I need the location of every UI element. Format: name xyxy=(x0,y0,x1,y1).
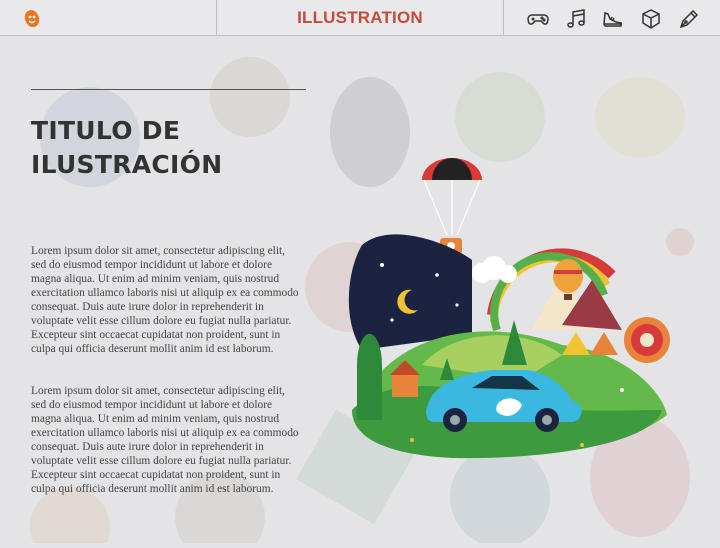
gamepad-icon[interactable] xyxy=(526,7,550,31)
music-notes-icon[interactable] xyxy=(564,7,588,31)
lion-head-logo-icon[interactable] xyxy=(22,9,42,29)
box-3d-icon[interactable] xyxy=(639,7,663,31)
heading-line-1: TITULO DE xyxy=(31,116,181,145)
landscape-car-illustration xyxy=(322,150,692,470)
page-title: ILLUSTRATION xyxy=(297,8,423,27)
top-bar: ILLUSTRATION xyxy=(0,0,720,36)
body-paragraph-2: Lorem ipsum dolor sit amet, consectetur … xyxy=(31,385,299,495)
heading-line-2: ILUSTRACIÓN xyxy=(31,150,223,179)
sneaker-icon[interactable] xyxy=(601,7,625,31)
section-heading: TITULO DE ILUSTRACIÓN xyxy=(31,114,311,182)
header-divider-right xyxy=(503,0,504,36)
body-paragraph-1: Lorem ipsum dolor sit amet, consectetur … xyxy=(31,245,299,355)
heading-rule xyxy=(31,89,306,90)
pen-nib-icon[interactable] xyxy=(677,7,701,31)
